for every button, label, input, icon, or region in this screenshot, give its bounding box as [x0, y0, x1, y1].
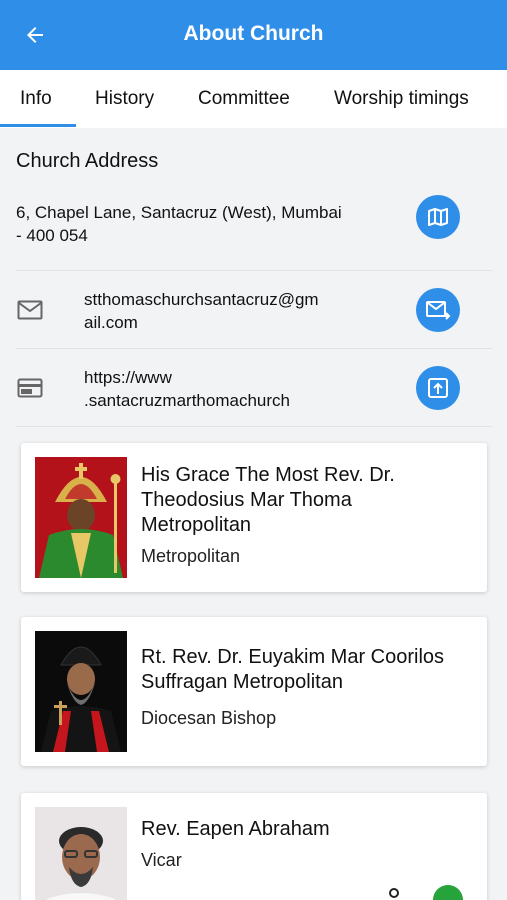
tab-committee[interactable]: Committee: [198, 88, 290, 110]
send-email-button[interactable]: [416, 288, 460, 332]
website-line-1: https://www: [84, 368, 172, 387]
clergy-name-line: Rt. Rev. Dr. Euyakim Mar Coorilos: [141, 646, 445, 668]
website-line-2: .santacruzmarthomachurch: [84, 391, 290, 410]
clergy-role: Metropolitan: [141, 546, 241, 566]
divider: [16, 426, 492, 427]
clergy-card[interactable]: Rev. Eapen Abraham Vicar: [21, 793, 487, 900]
clergy-name: His Grace The Most Rev. Dr. Theodosius M…: [141, 463, 395, 538]
clergy-name: Rt. Rev. Dr. Euyakim Mar Coorilos Suffra…: [141, 645, 444, 695]
clergy-photo: [35, 807, 127, 900]
location-icon[interactable]: [387, 888, 401, 900]
clergy-name-line: His Grace The Most Rev. Dr.: [141, 464, 395, 486]
app-bar: About Church: [0, 0, 507, 70]
map-icon: [428, 208, 448, 226]
send-mail-icon: [426, 301, 451, 320]
clergy-photo: [35, 631, 127, 752]
clergy-name: Rev. Eapen Abraham: [141, 817, 330, 842]
section-title: Church Address: [16, 150, 159, 172]
clergy-photo: [35, 457, 127, 578]
divider: [16, 270, 492, 271]
clergy-name-line: Rev. Eapen Abraham: [141, 818, 330, 840]
map-button[interactable]: [416, 195, 460, 239]
clergy-card[interactable]: His Grace The Most Rev. Dr. Theodosius M…: [21, 443, 487, 592]
clergy-role: Vicar: [141, 850, 182, 870]
clergy-name-line: Suffragan Metropolitan: [141, 671, 343, 693]
call-button[interactable]: [433, 885, 463, 900]
website-text[interactable]: https://www .santacruzmarthomachurch: [84, 366, 290, 412]
tab-bar: Info History Committee Worship timings: [0, 70, 507, 128]
page-title: About Church: [183, 22, 324, 45]
clergy-card[interactable]: Rt. Rev. Dr. Euyakim Mar Coorilos Suffra…: [21, 617, 487, 766]
tab-worship-timings[interactable]: Worship timings: [334, 88, 469, 110]
mail-icon: [16, 298, 44, 322]
open-link-icon: [428, 378, 448, 398]
tab-indicator: [0, 124, 76, 127]
email-text[interactable]: stthomaschurchsantacruz@gm ail.com: [84, 288, 319, 334]
address-line-2: - 400 054: [16, 226, 88, 245]
divider: [16, 348, 492, 349]
clergy-name-line: Metropolitan: [141, 514, 252, 536]
address-text: 6, Chapel Lane, Santacruz (West), Mumbai…: [16, 201, 342, 247]
open-website-button[interactable]: [416, 366, 460, 410]
tab-history[interactable]: History: [95, 88, 154, 110]
email-line-2: ail.com: [84, 313, 138, 332]
email-line-1: stthomaschurchsantacruz@gm: [84, 290, 319, 309]
clergy-role: Diocesan Bishop: [141, 708, 277, 728]
web-icon: [16, 376, 44, 400]
clergy-name-line: Theodosius Mar Thoma: [141, 489, 352, 511]
tab-info[interactable]: Info: [20, 88, 52, 110]
address-line-1: 6, Chapel Lane, Santacruz (West), Mumbai: [16, 203, 342, 222]
